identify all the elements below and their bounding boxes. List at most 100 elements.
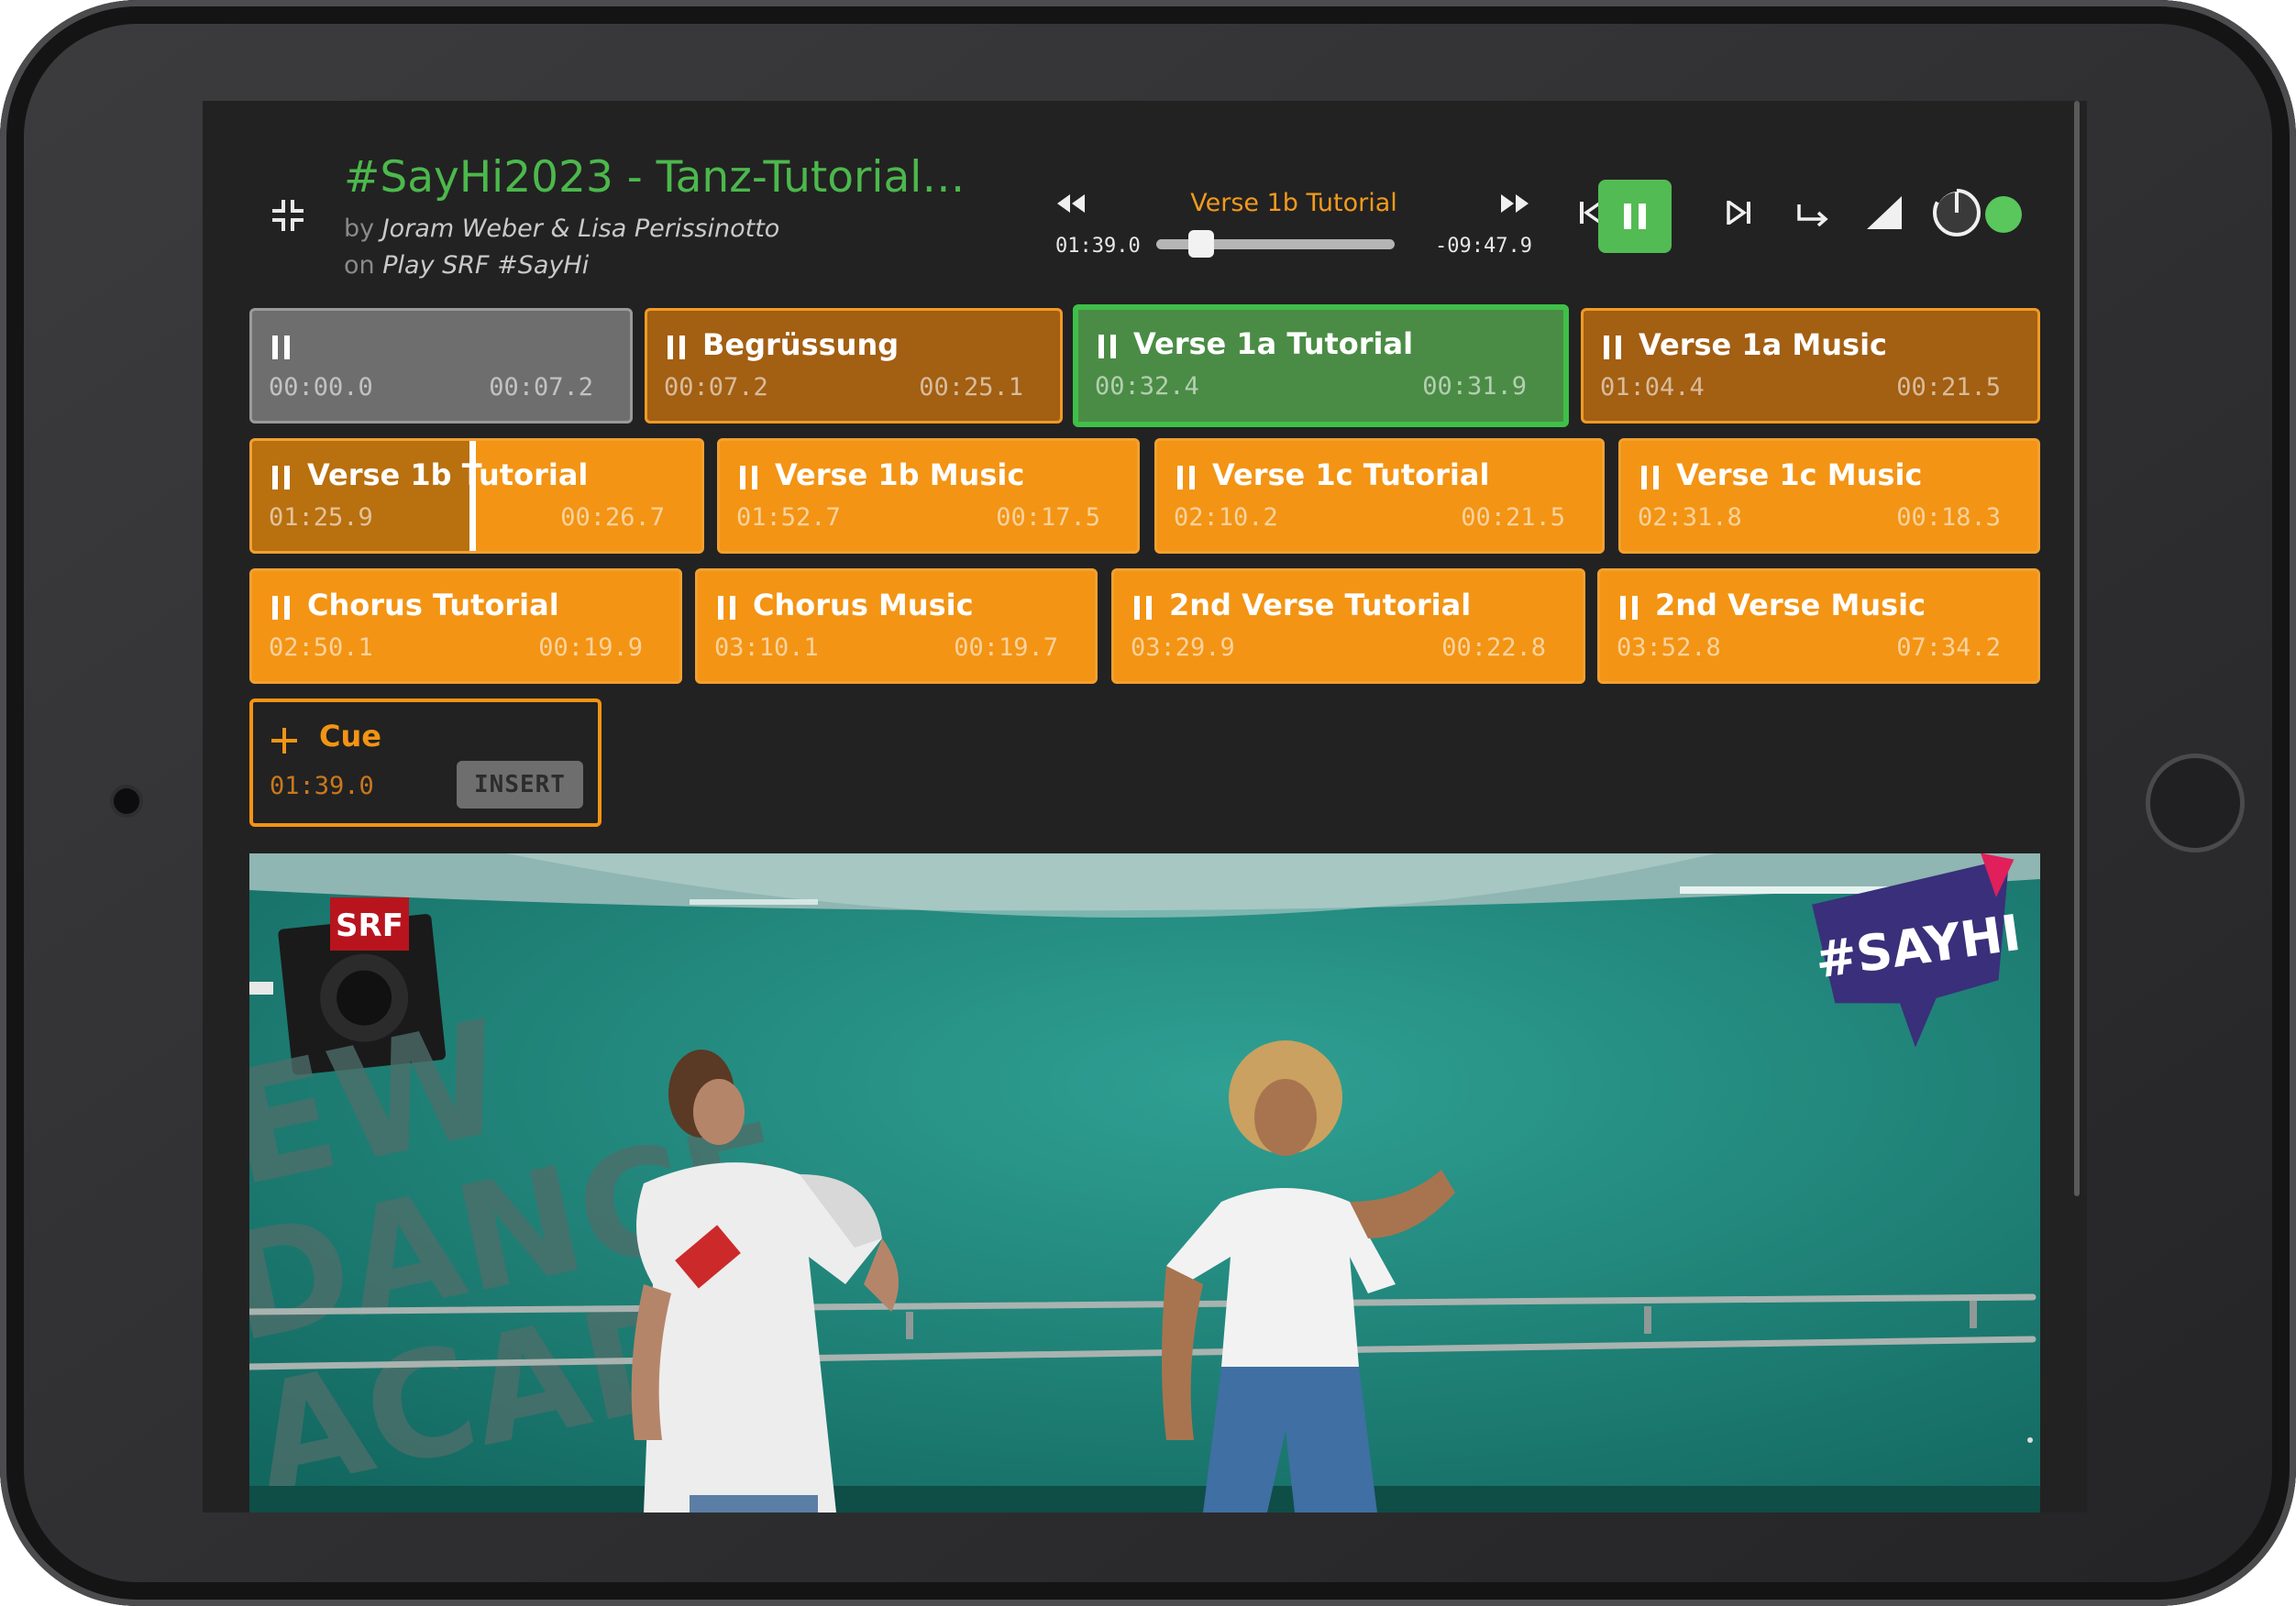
cue-item[interactable]: Verse 1c Music 02:31.8 00:18.3 <box>1618 438 2040 554</box>
pause-icon <box>1620 596 1638 620</box>
current-segment-label: Verse 1b Tutorial <box>1190 189 1397 217</box>
status-indicator-icon <box>1985 196 2022 233</box>
cue-start-time: 01:04.4 <box>1600 373 1705 402</box>
pause-icon <box>668 336 685 359</box>
pause-icon <box>718 596 735 620</box>
cue-start-time: 03:52.8 <box>1617 633 1721 662</box>
loop-return-button[interactable] <box>1782 180 1844 246</box>
cue-start-time: 01:25.9 <box>269 503 373 532</box>
cue-duration: 00:25.1 <box>919 373 1023 402</box>
volume-button[interactable] <box>1853 180 1915 246</box>
cue-item-playing[interactable]: Verse 1b Tutorial 01:25.9 00:26.7 <box>249 438 704 554</box>
cue-title: 2nd Verse Music <box>1655 588 1926 622</box>
fast-forward-icon[interactable] <box>1499 192 1530 218</box>
plus-icon[interactable] <box>270 726 299 755</box>
cue-title: Verse 1a Music <box>1639 327 1887 362</box>
cue-title: Verse 1c Tutorial <box>1212 457 1490 492</box>
cue-item[interactable]: Verse 1b Music 01:52.7 00:17.5 <box>717 438 1140 554</box>
app-screen: #SayHi2023 - Tanz-Tutorial z... by Joram… <box>203 101 2087 1512</box>
pause-icon <box>1177 466 1195 490</box>
insert-button[interactable]: INSERT <box>457 761 583 808</box>
cue-item[interactable]: Begrüssung 00:07.2 00:25.1 <box>645 308 1063 424</box>
media-artists-line: by Joram Weber & Lisa Perissinotto <box>344 214 779 243</box>
cue-title: Verse 1a Tutorial <box>1133 326 1414 361</box>
by-prefix: by <box>344 214 375 243</box>
cue-start-time: 02:10.2 <box>1174 503 1278 532</box>
cue-item-active[interactable]: Verse 1a Tutorial 00:32.4 00:31.9 <box>1073 304 1569 427</box>
cue-title: Verse 1b Music <box>775 457 1025 492</box>
cue-start-time: 03:29.9 <box>1131 633 1235 662</box>
cue-title: Chorus Tutorial <box>307 588 559 622</box>
cue-start-time: 00:00.0 <box>269 373 373 402</box>
transport-scrubber: Verse 1b Tutorial 01:39.0 -09:47.9 <box>1055 174 1532 275</box>
cue-duration: 00:07.2 <box>489 373 593 402</box>
cue-item[interactable]: Verse 1a Music 01:04.4 00:21.5 <box>1581 308 2040 424</box>
cue-duration: 00:21.5 <box>1896 373 2001 402</box>
pause-icon <box>1641 466 1659 490</box>
now-playing-header: #SayHi2023 - Tanz-Tutorial z... by Joram… <box>203 101 2087 312</box>
cue-item[interactable]: 2nd Verse Music 03:52.8 07:34.2 <box>1597 568 2040 684</box>
elapsed-time: 01:39.0 <box>1055 235 1141 258</box>
cue-duration: 00:26.7 <box>560 503 665 532</box>
speed-dial-button[interactable] <box>1926 180 1988 246</box>
tablet-frame: #SayHi2023 - Tanz-Tutorial z... by Joram… <box>0 0 2296 1606</box>
cue-duration: 00:17.5 <box>996 503 1100 532</box>
video-frame: EW DANCE ACADE SRF #SAYHI <box>249 853 2040 1512</box>
media-artists: Joram Weber & Lisa Perissinotto <box>381 214 780 243</box>
video-player[interactable]: EW DANCE ACADE SRF #SAYHI <box>249 853 2040 1512</box>
cue-duration: 00:19.7 <box>954 633 1058 662</box>
collapse-icon[interactable] <box>272 200 304 231</box>
pause-icon <box>1604 336 1621 359</box>
next-cue-button[interactable] <box>1708 180 1771 246</box>
cue-item[interactable]: Chorus Tutorial 02:50.1 00:19.9 <box>249 568 682 684</box>
cue-start-time: 00:07.2 <box>664 373 768 402</box>
srf-logo: SRF <box>330 897 409 951</box>
pause-icon <box>272 596 290 620</box>
cue-item[interactable]: Chorus Music 03:10.1 00:19.7 <box>695 568 1098 684</box>
cue-duration: 00:22.8 <box>1441 633 1546 662</box>
media-source-line: on Play SRF #SayHi <box>344 251 589 280</box>
home-button[interactable] <box>2146 754 2245 852</box>
pause-icon <box>1098 335 1116 358</box>
cue-duration: 00:21.5 <box>1461 503 1565 532</box>
pause-icon <box>1134 596 1152 620</box>
remaining-time: -09:47.9 <box>1435 235 1532 258</box>
seek-knob[interactable] <box>1188 230 1214 258</box>
front-camera <box>114 788 139 814</box>
cue-duration: 07:34.2 <box>1896 633 2001 662</box>
cue-item[interactable]: 00:00.0 00:07.2 <box>249 308 633 424</box>
scroll-indicator[interactable] <box>2074 101 2080 1196</box>
media-title: #SayHi2023 - Tanz-Tutorial z... <box>344 152 967 203</box>
pause-icon <box>740 466 757 490</box>
dial-knob-icon <box>1933 187 1981 236</box>
on-prefix: on <box>344 251 375 280</box>
cue-start-time: 00:32.4 <box>1095 372 1199 401</box>
cue-item[interactable]: 2nd Verse Tutorial 03:29.9 00:22.8 <box>1111 568 1585 684</box>
cue-duration: 00:31.9 <box>1422 372 1527 401</box>
new-cue-card: Cue 01:39.0 INSERT <box>249 698 602 827</box>
cue-duration: 00:18.3 <box>1896 503 2001 532</box>
new-cue-time: 01:39.0 <box>270 772 374 800</box>
pause-icon <box>1624 204 1646 229</box>
new-cue-label: Cue <box>319 719 381 754</box>
pause-icon <box>272 336 290 359</box>
cue-title: Begrüssung <box>702 327 900 362</box>
svg-text:SRF: SRF <box>336 908 403 944</box>
cue-title: 2nd Verse Tutorial <box>1169 588 1472 622</box>
skip-forward-icon <box>1727 201 1750 225</box>
cue-start-time: 02:50.1 <box>269 633 373 662</box>
cue-start-time: 01:52.7 <box>736 503 841 532</box>
return-arrow-icon <box>1797 204 1828 226</box>
pause-icon <box>272 466 290 490</box>
cue-item[interactable]: Verse 1c Tutorial 02:10.2 00:21.5 <box>1154 438 1605 554</box>
volume-wedge-icon <box>1867 196 1902 229</box>
seek-slider[interactable] <box>1156 230 1395 258</box>
media-source: Play SRF #SayHi <box>382 251 590 280</box>
cue-start-time: 02:31.8 <box>1638 503 1742 532</box>
cue-start-time: 03:10.1 <box>714 633 819 662</box>
cue-title: Verse 1b Tutorial <box>307 457 589 492</box>
play-pause-button[interactable] <box>1598 180 1672 253</box>
cue-title: Verse 1c Music <box>1676 457 1923 492</box>
cue-duration: 00:19.9 <box>538 633 643 662</box>
cue-title: Chorus Music <box>753 588 974 622</box>
